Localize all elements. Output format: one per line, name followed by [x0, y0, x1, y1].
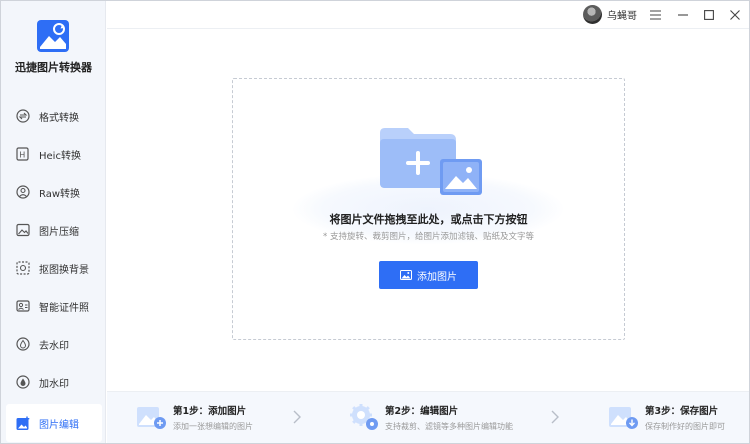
step-2: 第2步：编辑图片 支持裁剪、滤镜等多种图片编辑功能 [349, 400, 513, 436]
sidebar-item-id-photo[interactable]: 智能证件照 [6, 287, 102, 325]
edit-image-step-icon [350, 404, 378, 430]
add-image-button-label: 添加图片 [417, 271, 457, 283]
step-2-desc: 支持裁剪、滤镜等多种图片编辑功能 [385, 422, 513, 431]
step-3: 第3步：保存图片 保存制作好的图片即可 [609, 400, 725, 436]
sidebar-item-label: Heic转换 [39, 150, 81, 162]
sidebar-nav: 格式转换 H Heic转换 Raw转换 图片压缩 抠图换背景 智能证件照 去水印… [6, 97, 102, 442]
sidebar-item-label: 格式转换 [39, 112, 79, 124]
image-edit-icon [15, 415, 31, 431]
drop-zone-title: 将图片文件拖拽至此处，或点击下方按钮 [329, 213, 528, 226]
sidebar-item-raw[interactable]: Raw转换 [6, 173, 102, 211]
sidebar-item-label: 图片压缩 [39, 226, 79, 238]
raw-icon [15, 184, 31, 200]
maximize-button[interactable] [699, 5, 719, 25]
sidebar-item-label: 图片编辑 [39, 419, 79, 431]
minimize-icon [678, 14, 688, 16]
step-1: 第1步：添加图片 添加一张想编辑的图片 [137, 400, 253, 436]
format-convert-icon [15, 108, 31, 124]
title-bar: 乌蝇哥 [107, 1, 749, 29]
add-image-button[interactable]: 添加图片 [379, 261, 478, 289]
sidebar-item-label: Raw转换 [39, 188, 81, 200]
image-drop-zone[interactable]: 将图片文件拖拽至此处，或点击下方按钮 * 支持旋转、裁剪图片，给图片添加滤镜、贴… [232, 78, 625, 340]
user-account[interactable]: 乌蝇哥 [583, 5, 637, 24]
sidebar-item-heic[interactable]: H Heic转换 [6, 135, 102, 173]
remove-watermark-icon [15, 336, 31, 352]
sidebar-item-label: 智能证件照 [39, 302, 89, 314]
avatar[interactable] [583, 5, 602, 24]
close-icon [730, 10, 740, 20]
step-3-title: 第3步：保存图片 [645, 406, 719, 417]
folder-image-illustration-icon [380, 128, 482, 195]
maximize-icon [704, 10, 714, 20]
step-1-desc: 添加一张想编辑的图片 [173, 422, 253, 431]
image-compress-icon [15, 222, 31, 238]
sidebar-item-format-convert[interactable]: 格式转换 [6, 97, 102, 135]
close-button[interactable] [725, 5, 745, 25]
app-logo-icon [37, 20, 69, 52]
sidebar-item-add-watermark[interactable]: 加水印 [6, 363, 102, 401]
app-title: 迅捷图片转换器 [15, 61, 92, 74]
add-image-step-icon [137, 407, 166, 429]
menu-button[interactable] [645, 5, 665, 25]
cutout-icon [15, 260, 31, 276]
sidebar-item-cutout[interactable]: 抠图换背景 [6, 249, 102, 287]
sidebar-item-label: 去水印 [39, 340, 69, 352]
step-3-desc: 保存制作好的图片即可 [645, 422, 725, 431]
sidebar-item-image-edit[interactable]: 图片编辑 [6, 404, 102, 442]
svg-text:H: H [19, 151, 25, 160]
step-2-title: 第2步：编辑图片 [385, 406, 459, 417]
image-icon [400, 270, 412, 280]
chevron-right-icon [551, 410, 559, 424]
drop-zone-subtitle: * 支持旋转、裁剪图片，给图片添加滤镜、贴纸及文字等 [323, 232, 534, 242]
step-1-title: 第1步：添加图片 [173, 406, 247, 417]
chevron-right-icon [293, 410, 301, 424]
add-watermark-icon [15, 374, 31, 390]
steps-bar: 第1步：添加图片 添加一张想编辑的图片 第2步：编辑图片 支持裁剪、滤镜等多种图… [107, 391, 749, 443]
id-photo-icon [15, 298, 31, 314]
sidebar-item-label: 抠图换背景 [39, 264, 89, 276]
save-image-step-icon [609, 407, 638, 429]
hamburger-menu-icon [649, 10, 661, 20]
sidebar-item-label: 加水印 [39, 378, 69, 390]
sidebar: 迅捷图片转换器 格式转换 H Heic转换 Raw转换 图片压缩 抠图换背景 智… [1, 1, 106, 443]
minimize-button[interactable] [673, 5, 693, 25]
heic-icon: H [15, 146, 31, 162]
sidebar-item-remove-watermark[interactable]: 去水印 [6, 325, 102, 363]
username: 乌蝇哥 [607, 11, 637, 22]
app-window: 迅捷图片转换器 格式转换 H Heic转换 Raw转换 图片压缩 抠图换背景 智… [0, 0, 750, 444]
sidebar-item-image-compress[interactable]: 图片压缩 [6, 211, 102, 249]
